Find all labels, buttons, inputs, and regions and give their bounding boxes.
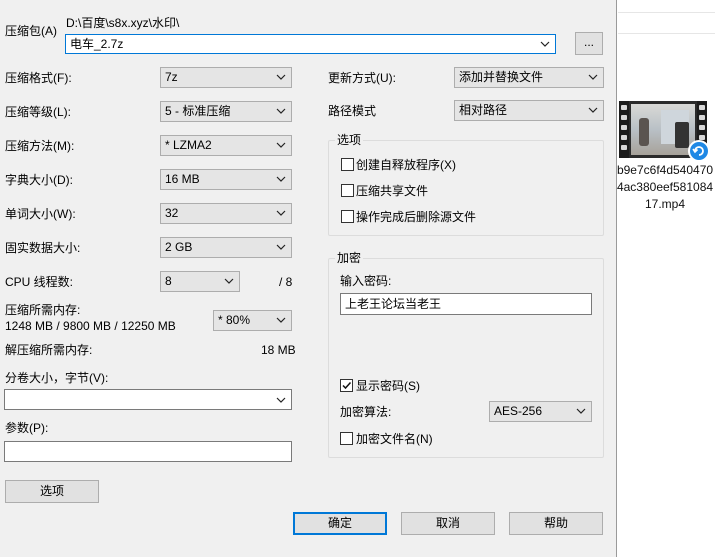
algorithm-select[interactable]: AES-256 <box>489 401 592 422</box>
split-label: 分卷大小，字节(V): <box>5 371 109 385</box>
method-value: * LZMA2 <box>165 138 212 152</box>
dict-label: 字典大小(D): <box>5 173 73 187</box>
chevron-down-icon <box>224 276 234 286</box>
chevron-down-icon <box>588 72 598 82</box>
chevron-down-icon <box>276 315 286 325</box>
shared-files-checkbox[interactable] <box>341 184 354 197</box>
threads-value: 8 <box>165 274 172 288</box>
format-select[interactable]: 7z <box>160 67 292 88</box>
level-label: 压缩等级(L): <box>5 105 72 119</box>
show-password-label[interactable]: 显示密码(S) <box>356 378 420 394</box>
browse-button[interactable]: ... <box>575 32 603 55</box>
sync-badge-icon <box>688 140 710 162</box>
path-mode-select[interactable]: 相对路径 <box>454 100 604 121</box>
memory-percent-value: * 80% <box>218 313 251 327</box>
chevron-down-icon[interactable] <box>540 39 550 49</box>
password-label: 输入密码: <box>340 274 392 288</box>
word-select[interactable]: 32 <box>160 203 292 224</box>
divider <box>618 33 715 34</box>
algorithm-label: 加密算法: <box>340 405 392 419</box>
split-size-input[interactable] <box>4 389 292 410</box>
threads-total: / 8 <box>279 275 293 289</box>
chevron-down-icon <box>276 208 286 218</box>
options-group-title: 选项 <box>335 133 364 147</box>
divider <box>618 12 715 13</box>
help-button[interactable]: 帮助 <box>509 512 603 535</box>
chevron-down-icon <box>576 406 586 416</box>
add-to-archive-dialog: 压缩包(A) D:\百度\s8x.xyz\水印\ 电车_2.7z ... 压缩格… <box>0 0 617 557</box>
encrypt-names-label[interactable]: 加密文件名(N) <box>356 431 433 447</box>
path-mode-value: 相对路径 <box>459 103 508 117</box>
memory-percent-select[interactable]: * 80% <box>213 310 292 331</box>
cancel-button[interactable]: 取消 <box>401 512 495 535</box>
params-label: 参数(P): <box>5 421 49 435</box>
solid-label: 固实数据大小: <box>5 241 81 255</box>
update-mode-label: 更新方式(U): <box>328 71 396 85</box>
solid-select[interactable]: 2 GB <box>160 237 292 258</box>
chevron-down-icon[interactable] <box>276 395 286 405</box>
chevron-down-icon <box>588 105 598 115</box>
sfx-label[interactable]: 创建自释放程序(X) <box>356 157 456 173</box>
chevron-down-icon <box>276 106 286 116</box>
method-label: 压缩方法(M): <box>5 139 75 153</box>
film-strip-left <box>619 101 629 158</box>
chevron-down-icon <box>276 174 286 184</box>
level-value: 5 - 标准压缩 <box>165 104 231 118</box>
show-password-checkbox[interactable] <box>340 379 353 392</box>
archive-name-input[interactable]: 电车_2.7z <box>65 34 556 54</box>
memory-label: 压缩所需内存: <box>5 303 81 317</box>
archive-path: D:\百度\s8x.xyz\水印\ <box>66 16 180 30</box>
dict-select[interactable]: 16 MB <box>160 169 292 190</box>
algorithm-value: AES-256 <box>494 404 543 418</box>
archive-label: 压缩包(A) <box>5 24 57 38</box>
chevron-down-icon <box>276 242 286 252</box>
delete-source-checkbox[interactable] <box>341 210 354 223</box>
sfx-checkbox[interactable] <box>341 158 354 171</box>
options-button[interactable]: 选项 <box>5 480 99 503</box>
desktop-background <box>618 0 715 557</box>
format-value: 7z <box>165 70 178 84</box>
encryption-group-title: 加密 <box>335 251 364 265</box>
file-name-label[interactable]: b9e7c6f4d5404704ac380eef58108417.mp4 <box>615 162 715 213</box>
chevron-down-icon <box>276 140 286 150</box>
archive-name-value: 电车_2.7z <box>70 37 124 51</box>
decompress-memory-value: 18 MB <box>261 343 296 357</box>
format-label: 压缩格式(F): <box>5 71 72 85</box>
ok-button[interactable]: 确定 <box>293 512 387 535</box>
path-mode-label: 路径模式 <box>328 104 377 118</box>
encrypt-names-checkbox[interactable] <box>340 432 353 445</box>
memory-value: 1248 MB / 9800 MB / 12250 MB <box>5 319 176 333</box>
shared-files-label[interactable]: 压缩共享文件 <box>356 183 428 199</box>
update-mode-select[interactable]: 添加并替换文件 <box>454 67 604 88</box>
dict-value: 16 MB <box>165 172 200 186</box>
threads-label: CPU 线程数: <box>5 275 74 289</box>
method-select[interactable]: * LZMA2 <box>160 135 292 156</box>
update-mode-value: 添加并替换文件 <box>459 70 544 84</box>
word-label: 单词大小(W): <box>5 207 76 221</box>
password-value: 上老王论坛当老王 <box>345 297 442 311</box>
params-input[interactable] <box>4 441 292 462</box>
decompress-memory-label: 解压缩所需内存: <box>5 343 93 357</box>
password-input[interactable]: 上老王论坛当老王 <box>340 293 592 315</box>
video-frame-image <box>631 104 695 155</box>
chevron-down-icon <box>276 72 286 82</box>
level-select[interactable]: 5 - 标准压缩 <box>160 101 292 122</box>
checkmark-icon <box>342 381 352 390</box>
solid-value: 2 GB <box>165 240 193 254</box>
word-value: 32 <box>165 206 179 220</box>
threads-select[interactable]: 8 <box>160 271 240 292</box>
delete-source-label[interactable]: 操作完成后删除源文件 <box>356 209 476 225</box>
